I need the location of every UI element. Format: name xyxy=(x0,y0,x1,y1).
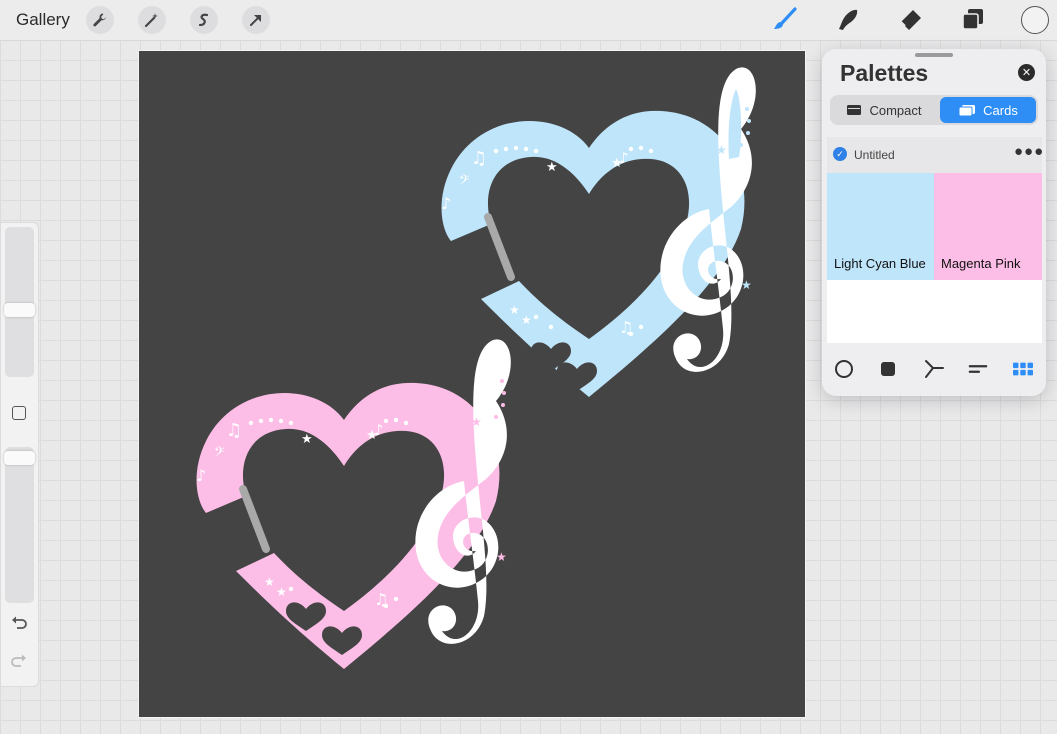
svg-text:★: ★ xyxy=(741,278,752,292)
pink-heart-artwork: ♫ 𝄢 ♪ ★ ★ ♪ ★ ★ ♫ ★ ★ xyxy=(196,339,511,669)
svg-text:♪: ♪ xyxy=(441,194,451,213)
transform-arrow-icon[interactable] xyxy=(242,6,270,34)
palettes-panel: Palettes ✕ Compact Cards ✓ Untitled ●●● … xyxy=(822,49,1046,396)
svg-text:★: ★ xyxy=(521,313,532,327)
modify-button[interactable] xyxy=(12,406,26,420)
smudge-icon[interactable] xyxy=(834,6,862,34)
redo-icon[interactable] xyxy=(10,652,28,675)
selection-icon[interactable] xyxy=(190,6,218,34)
brush-icon[interactable] xyxy=(771,6,799,34)
svg-text:𝄢: 𝄢 xyxy=(459,172,469,191)
tab-cards-label: Cards xyxy=(983,102,1018,118)
drawing-canvas[interactable]: ♫ 𝄢 ♪ ★ ★ ♪ ★ ★ ♫ ★ ★ ♫ 𝄢 ♪ ★ ★ ♪ ★ ★ ♫ … xyxy=(138,50,806,718)
svg-text:★: ★ xyxy=(471,415,482,429)
view-mode-segmented-control: Compact Cards xyxy=(830,95,1038,125)
svg-text:♫: ♫ xyxy=(471,148,487,169)
svg-text:♪: ♪ xyxy=(619,149,629,167)
svg-text:★: ★ xyxy=(496,550,507,564)
wrench-icon[interactable] xyxy=(86,6,114,34)
swatch-label: Magenta Pink xyxy=(941,256,1021,271)
svg-text:♪: ♪ xyxy=(196,466,206,485)
palette-header[interactable]: ✓ Untitled ●●● xyxy=(827,137,1044,173)
svg-text:♫: ♫ xyxy=(374,590,388,609)
close-icon[interactable]: ✕ xyxy=(1018,64,1035,81)
tab-cards[interactable]: Cards xyxy=(940,97,1036,123)
svg-text:★: ★ xyxy=(276,585,287,599)
eraser-icon[interactable] xyxy=(897,6,925,34)
opacity-thumb[interactable] xyxy=(4,451,35,465)
layers-icon[interactable] xyxy=(959,6,987,34)
svg-text:★: ★ xyxy=(301,432,313,447)
svg-text:♪: ♪ xyxy=(374,421,384,439)
svg-text:♫: ♫ xyxy=(226,420,242,441)
opacity-slider[interactable] xyxy=(4,447,35,603)
gallery-button[interactable]: Gallery xyxy=(16,10,70,30)
compact-icon xyxy=(847,105,862,115)
top-toolbar: Gallery xyxy=(0,0,1057,41)
value-icon[interactable] xyxy=(968,359,988,379)
svg-text:★: ★ xyxy=(264,575,275,589)
swatch-card-light-cyan-blue[interactable]: Light Cyan Blue xyxy=(827,173,934,280)
default-check-icon[interactable]: ✓ xyxy=(833,147,847,161)
disc-icon[interactable] xyxy=(834,359,854,379)
swatch-card-magenta-pink[interactable]: Magenta Pink xyxy=(934,173,1042,280)
swatch-label: Light Cyan Blue xyxy=(834,256,926,271)
undo-icon[interactable] xyxy=(10,614,28,637)
tab-compact-label: Compact xyxy=(869,102,922,118)
brush-size-thumb[interactable] xyxy=(4,303,35,317)
brush-size-slider[interactable] xyxy=(4,227,35,377)
current-color-button[interactable] xyxy=(1021,6,1049,34)
classic-icon[interactable] xyxy=(878,359,898,379)
svg-text:★: ★ xyxy=(716,143,727,157)
tab-compact[interactable]: Compact xyxy=(832,97,936,123)
panel-title: Palettes xyxy=(840,60,929,86)
cards-icon xyxy=(958,104,976,116)
palettes-grid-icon[interactable] xyxy=(1013,359,1033,379)
left-sidebar xyxy=(0,222,39,687)
canvas-artwork: ♫ 𝄢 ♪ ★ ★ ♪ ★ ★ ♫ ★ ★ ♫ 𝄢 ♪ ★ ★ ♪ ★ ★ ♫ … xyxy=(196,67,756,669)
svg-text:★: ★ xyxy=(509,303,520,317)
svg-text:𝄢: 𝄢 xyxy=(214,444,224,463)
swatch-cards: Light Cyan Blue Magenta Pink xyxy=(827,173,1042,343)
more-options-icon[interactable]: ●●● xyxy=(1014,143,1044,160)
panel-grabber[interactable] xyxy=(915,53,953,57)
svg-text:♫: ♫ xyxy=(619,318,633,337)
magic-wand-icon[interactable] xyxy=(138,6,166,34)
svg-text:★: ★ xyxy=(546,160,558,175)
palette-name: Untitled xyxy=(854,148,895,162)
harmony-icon[interactable] xyxy=(924,359,944,379)
color-mode-bar xyxy=(827,353,1042,385)
